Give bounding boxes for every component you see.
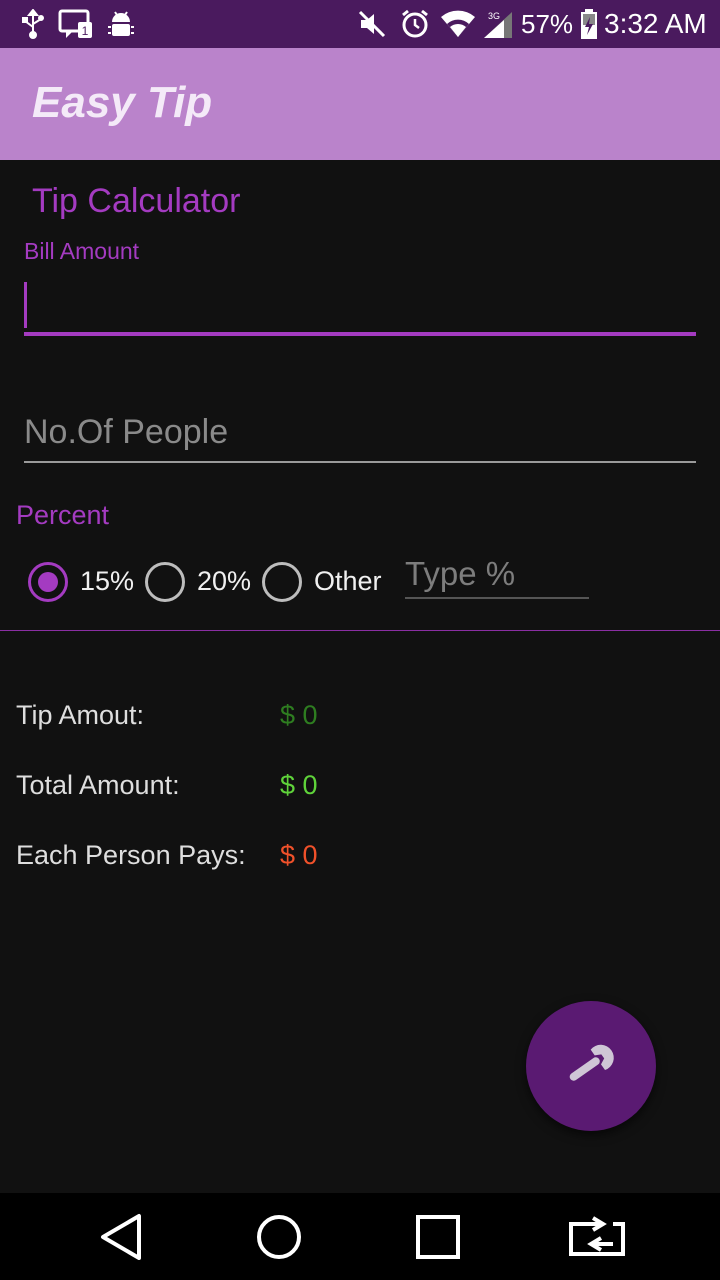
section-divider xyxy=(0,630,720,631)
alarm-icon xyxy=(398,0,432,48)
bill-amount-input[interactable] xyxy=(24,280,696,334)
text-cursor xyxy=(24,282,27,328)
svg-text:1: 1 xyxy=(82,24,89,38)
app-bar: Easy Tip xyxy=(0,48,720,160)
percent-label: Percent xyxy=(16,500,110,530)
clock: 3:32 AM xyxy=(604,8,707,39)
switch-app-icon[interactable] xyxy=(547,1193,647,1280)
tip-amount-label: Tip Amout: xyxy=(16,700,145,730)
navigation-bar xyxy=(0,1193,720,1280)
total-amount-value: $ 0 xyxy=(280,770,318,800)
status-bar: 1 3G 57% 3:32 AM xyxy=(0,0,720,48)
battery-percent: 57% xyxy=(521,9,574,39)
svg-text:3G: 3G xyxy=(488,11,500,21)
radio-other-percent[interactable] xyxy=(262,562,302,602)
mute-icon xyxy=(356,0,388,48)
custom-percent-underline xyxy=(405,597,589,599)
bill-amount-label: Bill Amount xyxy=(24,238,140,264)
radio-15-percent-label[interactable]: 15% xyxy=(80,566,134,597)
radio-15-percent[interactable] xyxy=(28,562,68,602)
settings-fab[interactable] xyxy=(526,1001,656,1131)
people-count-underline xyxy=(24,461,696,463)
recents-icon[interactable] xyxy=(388,1193,488,1280)
app-title: Easy Tip xyxy=(32,78,213,127)
back-icon[interactable] xyxy=(72,1193,172,1280)
wifi-icon xyxy=(440,0,476,48)
sim-card-icon: 1 xyxy=(58,0,94,48)
total-amount-label: Total Amount: xyxy=(16,770,180,800)
usb-icon xyxy=(18,0,48,48)
android-debug-icon xyxy=(106,0,136,48)
bill-amount-underline xyxy=(24,332,696,336)
cell-signal-icon: 3G xyxy=(480,0,516,48)
wrench-icon xyxy=(559,1032,623,1101)
each-person-value: $ 0 xyxy=(280,840,318,870)
home-icon[interactable] xyxy=(229,1193,329,1280)
battery-charging-icon xyxy=(578,0,600,48)
tip-amount-value: $ 0 xyxy=(280,700,318,730)
custom-percent-input[interactable] xyxy=(405,552,589,596)
each-person-label: Each Person Pays: xyxy=(16,840,246,870)
radio-20-percent-label[interactable]: 20% xyxy=(197,566,251,597)
people-count-input[interactable] xyxy=(24,405,696,459)
section-title: Tip Calculator xyxy=(32,182,241,220)
radio-20-percent[interactable] xyxy=(145,562,185,602)
radio-other-percent-label[interactable]: Other xyxy=(314,566,382,597)
